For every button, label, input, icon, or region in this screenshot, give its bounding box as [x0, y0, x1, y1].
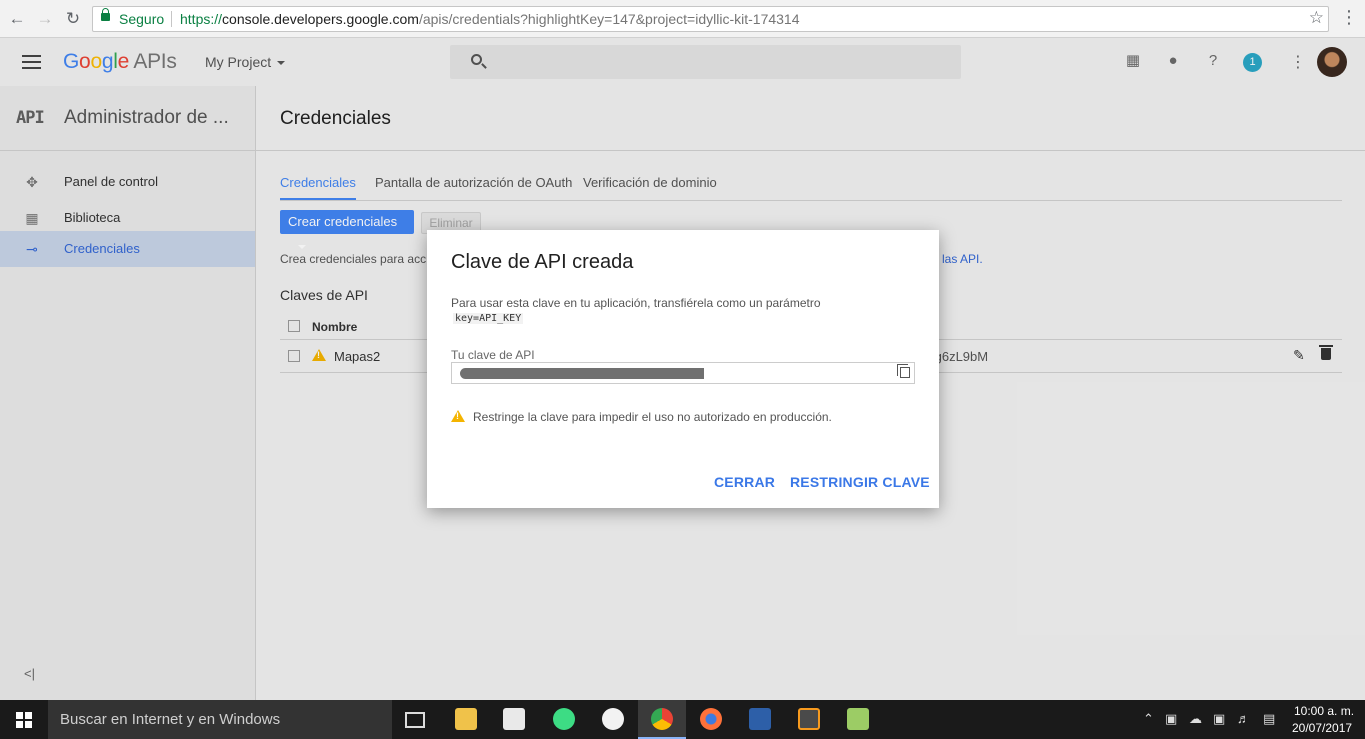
api-key-created-dialog: Clave de API creada Para usar esta clave… — [427, 230, 939, 508]
network-icon[interactable]: ▣ — [1213, 711, 1225, 727]
api-key-field[interactable] — [451, 362, 915, 384]
android-studio-icon[interactable] — [553, 708, 575, 730]
store-icon[interactable] — [503, 708, 525, 730]
battery-icon[interactable]: ▣ — [1165, 711, 1177, 727]
url-path: /apis/credentials?highlightKey=147&proje… — [418, 11, 800, 27]
browser-toolbar: ← → ↻ Seguro https://console.developers.… — [0, 0, 1365, 38]
clock-app-icon[interactable] — [602, 708, 624, 730]
address-bar[interactable]: Seguro https://console.developers.google… — [92, 6, 1329, 32]
url-text[interactable]: https://console.developers.google.com/ap… — [180, 11, 800, 27]
sublime-text-icon[interactable] — [798, 708, 820, 730]
dialog-description: Para usar esta clave en tu aplicación, t… — [451, 296, 821, 310]
action-center-icon[interactable]: ▤ — [1263, 711, 1275, 727]
taskbar-search[interactable]: Buscar en Internet y en Windows — [48, 700, 392, 739]
dialog-title: Clave de API creada — [451, 251, 634, 273]
firefox-icon[interactable] — [700, 708, 722, 730]
lock-icon — [101, 8, 110, 21]
secure-label: Seguro — [119, 11, 165, 27]
reload-icon[interactable]: ↻ — [62, 8, 84, 30]
restrict-key-button[interactable]: RESTRINGIR CLAVE — [790, 474, 930, 490]
powershell-icon[interactable] — [749, 708, 771, 730]
copy-icon[interactable] — [897, 364, 910, 378]
notepad-plus-icon[interactable] — [847, 708, 869, 730]
taskbar-search-placeholder: Buscar en Internet y en Windows — [60, 711, 281, 728]
volume-icon[interactable]: ♬ — [1237, 711, 1250, 726]
back-icon[interactable]: ← — [6, 8, 28, 30]
warning-icon — [451, 410, 465, 422]
clock-time[interactable]: 10:00 a. m. — [1294, 704, 1354, 718]
close-button[interactable]: CERRAR — [714, 474, 775, 490]
task-view-icon[interactable] — [405, 712, 425, 728]
omnibox-divider — [171, 11, 172, 27]
url-host: console.developers.google.com — [222, 11, 419, 27]
clock-date[interactable]: 20/07/2017 — [1292, 721, 1352, 735]
browser-menu-icon[interactable]: ⋮ — [1340, 7, 1358, 28]
windows-start-icon[interactable] — [16, 712, 32, 728]
tray-chevron-icon[interactable]: ⌃ — [1143, 711, 1154, 727]
api-key-label: Tu clave de API — [451, 348, 535, 362]
dialog-param-code: key=API_KEY — [453, 313, 524, 324]
bookmark-star-icon[interactable]: ☆ — [1309, 8, 1324, 28]
file-explorer-icon[interactable] — [455, 708, 477, 730]
onedrive-icon[interactable]: ☁ — [1189, 711, 1202, 727]
redacted-key — [460, 368, 704, 379]
url-scheme: https:// — [180, 11, 223, 27]
chrome-icon[interactable] — [651, 708, 673, 730]
windows-taskbar: Buscar en Internet y en Windows ⌃ ▣ ☁ ▣ … — [0, 700, 1365, 739]
forward-icon[interactable]: → — [34, 8, 56, 30]
restrict-warning: Restringe la clave para impedir el uso n… — [473, 410, 832, 424]
